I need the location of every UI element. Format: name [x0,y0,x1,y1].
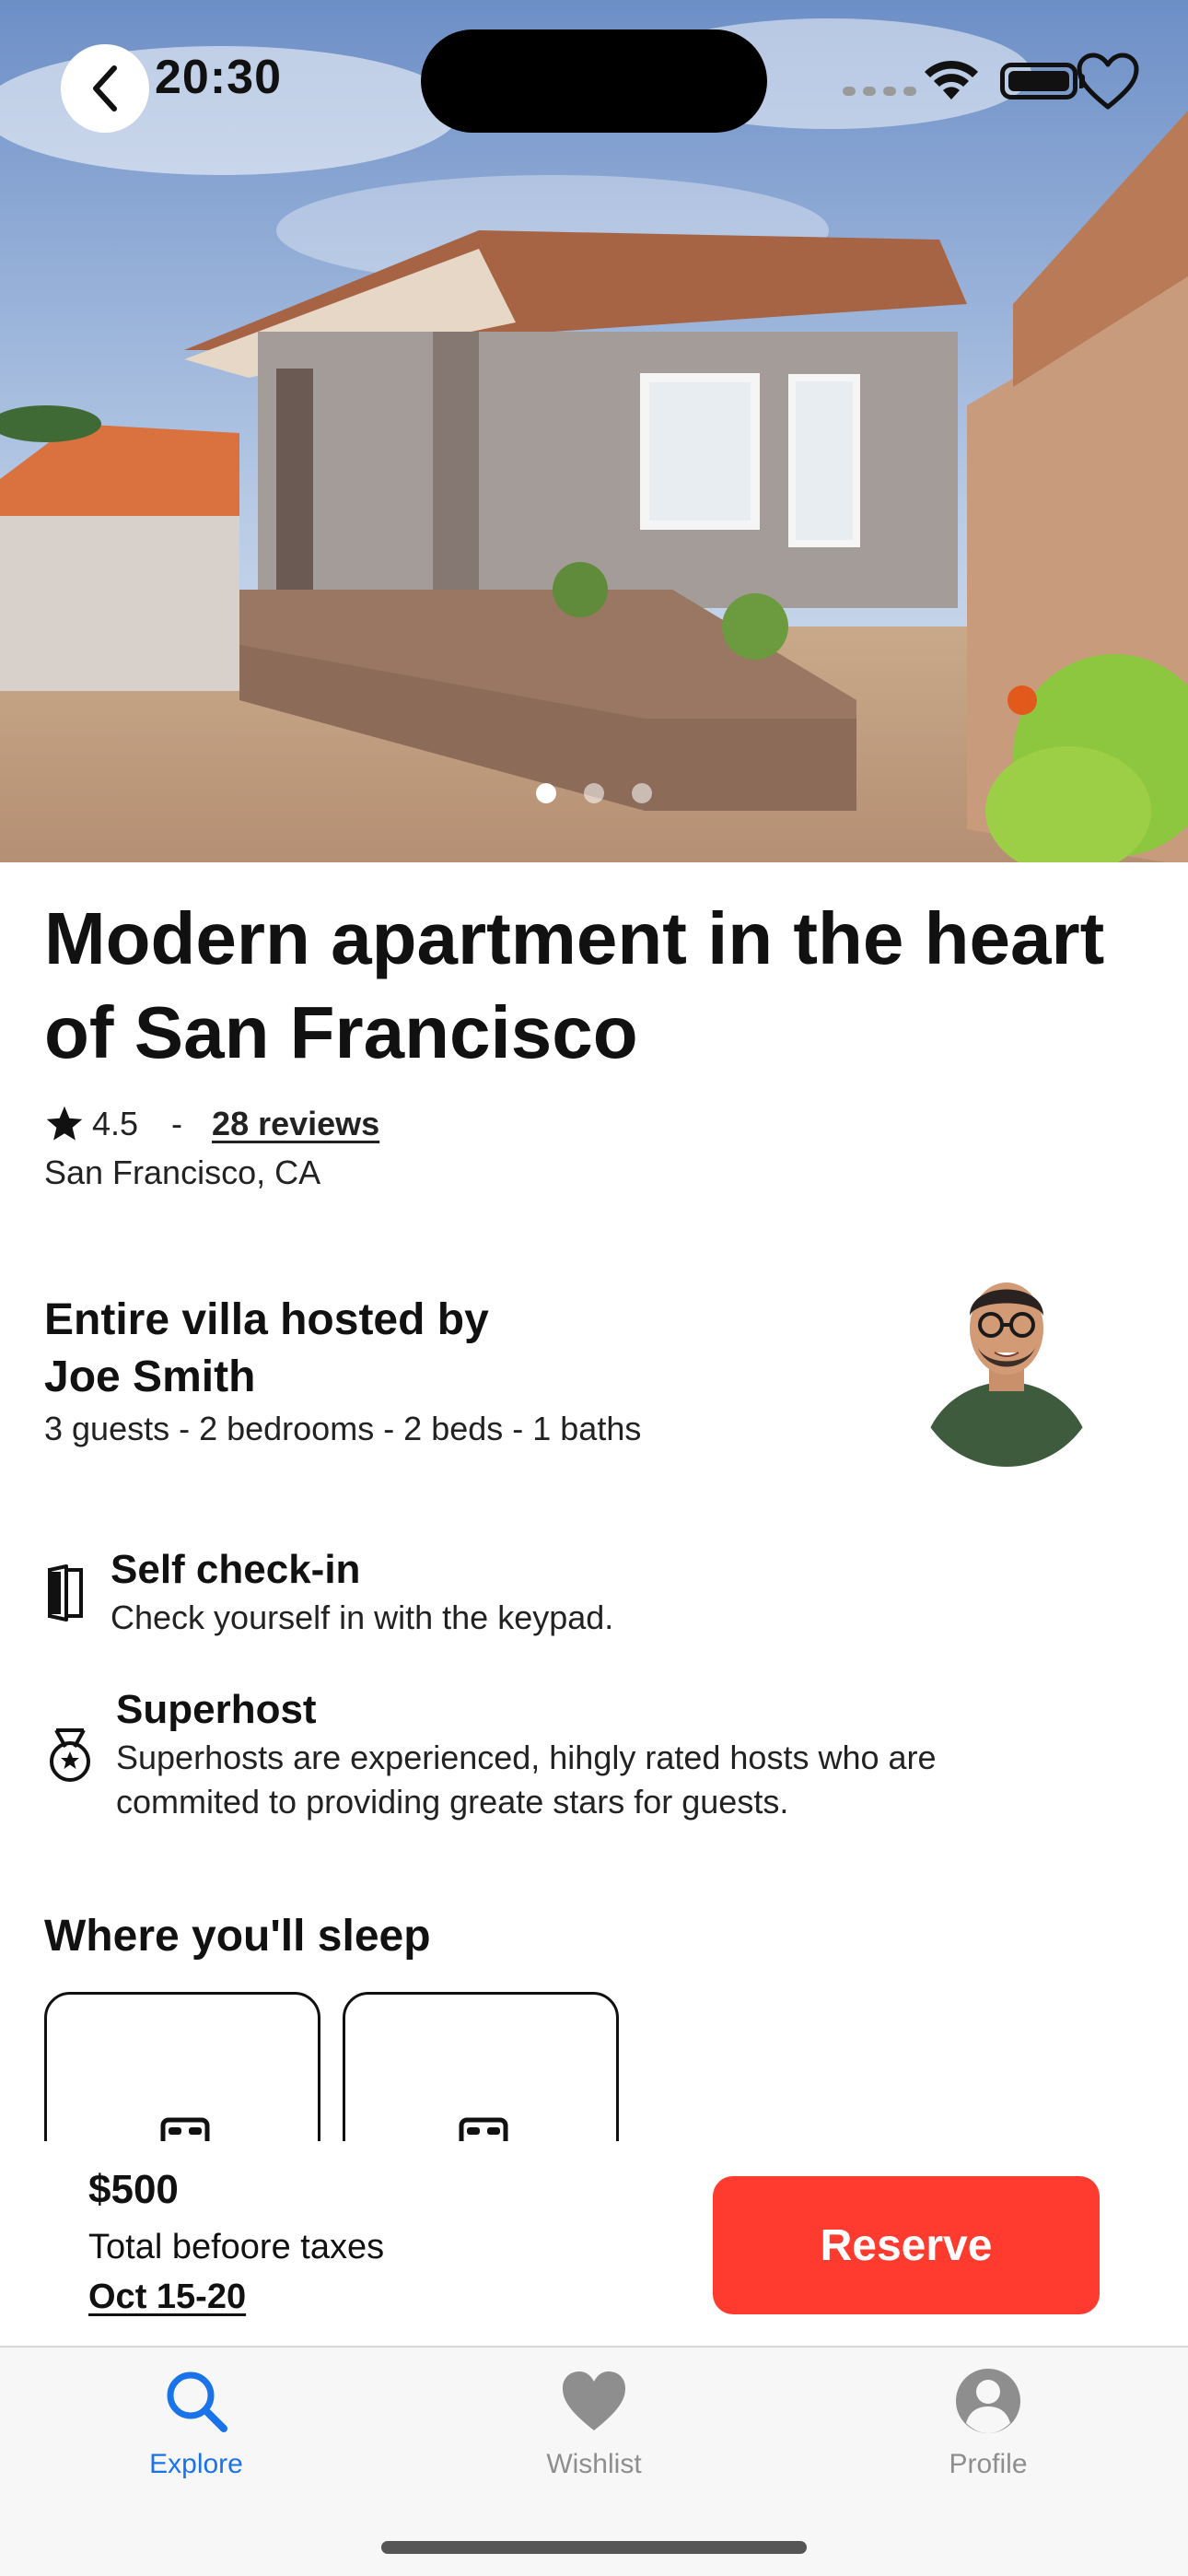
home-indicator[interactable] [381,2541,807,2554]
sleep-cards[interactable] [44,1992,619,2141]
host-heading-line1: Entire villa hosted by [44,1295,489,1344]
dynamic-island [421,29,767,133]
sleep-section-title: Where you'll sleep [44,1912,431,1961]
price: $500 [88,2167,179,2212]
bedroom-card[interactable] [343,1992,619,2141]
star-icon [46,1106,83,1141]
feature-self-checkin: Self check-in Check yourself in with the… [44,1544,1077,1640]
favorite-heart-icon[interactable] [1076,52,1140,111]
reviews-link[interactable]: 28 reviews [212,1105,379,1143]
search-icon [167,2371,227,2432]
host-name: Joe Smith [44,1352,256,1401]
wifi-icon [925,60,978,100]
avatar-image [912,1271,1101,1467]
bed-icon [459,2117,508,2141]
heart-icon [563,2371,625,2430]
rating-row: 4.5 - 28 reviews [44,1104,379,1144]
feature-description: Check yourself in with the keypad. [111,1598,614,1636]
battery-icon [1000,63,1077,100]
chevron-left-icon [93,65,117,111]
stay-dates-link[interactable]: Oct 15-20 [88,2277,246,2317]
page-dot[interactable] [632,783,652,803]
back-button[interactable] [61,44,149,133]
tab-label: Profile [949,2449,1028,2479]
tab-profile[interactable]: Profile [878,2366,1099,2480]
photo-page-indicator[interactable] [0,783,1188,803]
listing-capacity: 3 guests - 2 bedrooms - 2 beds - 1 baths [44,1410,642,1447]
cellular-signal-icon [843,87,916,96]
feature-title: Self check-in [111,1547,361,1592]
rating-value: 4.5 [92,1105,139,1142]
host-avatar[interactable] [912,1271,1101,1467]
page-dot[interactable] [536,783,556,803]
tab-label: Explore [149,2449,243,2479]
person-icon [956,2369,1020,2433]
medal-icon [50,1728,90,1782]
tab-wishlist[interactable]: Wishlist [483,2366,705,2480]
price-note: Total befoore taxes [88,2228,385,2266]
bedroom-card[interactable] [44,1992,320,2141]
rating-separator: - [171,1105,183,1142]
tab-explore[interactable]: Explore [86,2366,307,2480]
page-dot[interactable] [584,783,604,803]
feature-title: Superhost [116,1687,317,1732]
bed-icon [160,2117,210,2141]
reserve-bar: $500 Total befoore taxes Oct 15-20 Reser… [0,2141,1188,2348]
tab-label: Wishlist [546,2449,642,2479]
reserve-button[interactable]: Reserve [713,2176,1100,2314]
listing-location: San Francisco, CA [44,1153,321,1191]
feature-superhost: Superhost Superhosts are experienced, hi… [44,1684,1083,1824]
host-heading: Entire villa hosted by Joe Smith [44,1292,689,1406]
feature-description: Superhosts are experienced, hihgly rated… [116,1739,937,1821]
door-icon [48,1564,83,1622]
listing-title: Modern apartment in the heart of San Fra… [44,897,1105,1073]
status-time: 20:30 [155,51,282,104]
